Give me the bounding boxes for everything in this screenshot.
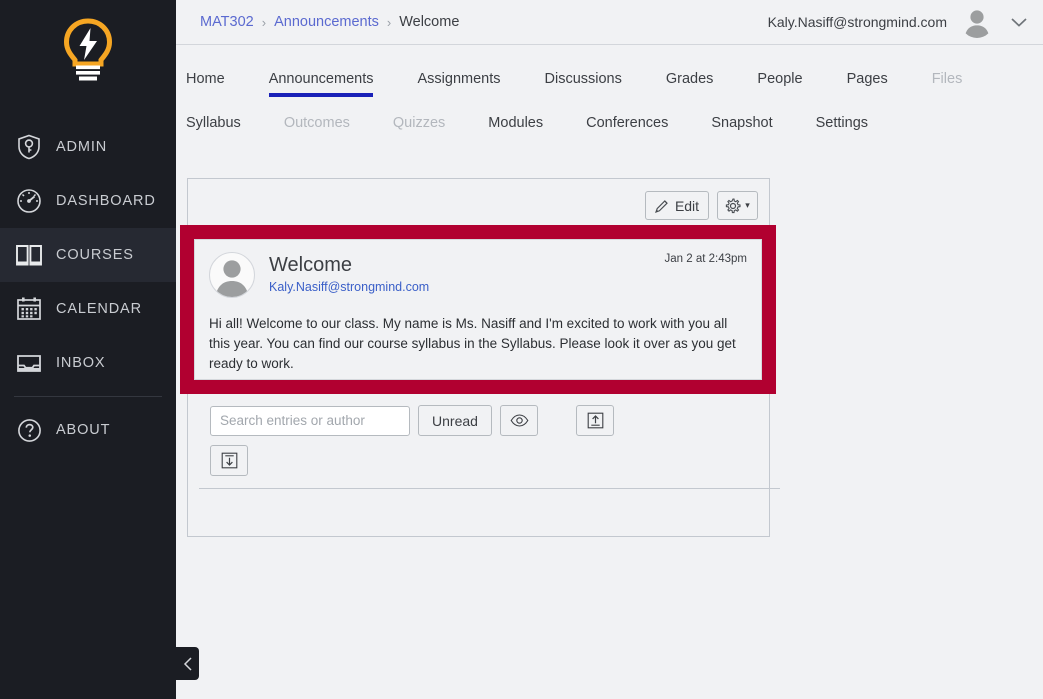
sidebar-item-inbox[interactable]: INBOX [0, 336, 176, 390]
announcement-entry: Welcome Kaly.Nasiff@strongmind.com Jan 2… [194, 239, 762, 380]
user-avatar-icon [964, 10, 990, 38]
sidebar-item-admin[interactable]: ADMIN [0, 120, 176, 174]
announcement-title: Welcome [269, 254, 352, 276]
sidebar-item-label: INBOX [56, 355, 106, 371]
announcement-author-link[interactable]: Kaly.Nasiff@strongmind.com [269, 280, 429, 294]
filter-row-primary: Unread [210, 405, 780, 436]
breadcrumb-item-announcements[interactable]: Announcements [274, 14, 379, 30]
global-sidebar: ADMIN DASHBOARD COURSES CALENDAR INBOX A… [0, 0, 176, 699]
shield-key-icon [12, 132, 46, 162]
tab-pages[interactable]: Pages [847, 71, 888, 97]
gauge-icon [12, 186, 46, 216]
sidebar-item-courses[interactable]: COURSES [0, 228, 176, 282]
breadcrumb-separator: › [261, 14, 267, 30]
tab-files: Files [931, 71, 963, 87]
tab-snapshot[interactable]: Snapshot [711, 115, 772, 141]
course-nav-tabs: Home Announcements Assignments Discussio… [176, 45, 1043, 141]
tab-settings[interactable]: Settings [816, 115, 868, 141]
expand-replies-button[interactable] [210, 445, 248, 476]
announcement-timestamp: Jan 2 at 2:43pm [664, 253, 747, 265]
user-menu-toggle[interactable] [1009, 16, 1029, 28]
sidebar-item-label: DASHBOARD [56, 193, 156, 209]
breadcrumb: MAT302 › Announcements › Welcome [200, 14, 459, 30]
gear-icon [725, 197, 741, 214]
announcement-body: Hi all! Welcome to our class. My name is… [209, 316, 736, 371]
sidebar-item-about[interactable]: ABOUT [0, 403, 176, 457]
tab-announcements[interactable]: Announcements [268, 71, 373, 97]
tab-discussions[interactable]: Discussions [545, 71, 622, 97]
course-nav-row-2: Syllabus Outcomes Quizzes Modules Confer… [186, 115, 1043, 141]
unread-filter-label: Unread [432, 412, 478, 429]
user-email-label: Kaly.Nasiff@strongmind.com [767, 14, 947, 30]
sidebar-item-calendar[interactable]: CALENDAR [0, 282, 176, 336]
collapse-replies-button[interactable] [576, 405, 614, 436]
calendar-icon [12, 294, 46, 324]
inbox-icon [12, 348, 46, 378]
announcement-header: Welcome Kaly.Nasiff@strongmind.com Jan 2… [209, 252, 747, 298]
avatar[interactable] [961, 6, 993, 38]
tab-home[interactable]: Home [186, 71, 225, 97]
sidebar-item-label: CALENDAR [56, 301, 142, 317]
sidebar-item-label: COURSES [56, 247, 134, 263]
sidebar-item-dashboard[interactable]: DASHBOARD [0, 174, 176, 228]
avatar[interactable] [209, 252, 255, 298]
user-avatar-icon [215, 260, 249, 297]
chevron-down-icon [1011, 18, 1027, 27]
entries-filter-bar: Unread [199, 398, 780, 489]
unread-filter-button[interactable]: Unread [418, 405, 492, 436]
search-input[interactable] [210, 405, 410, 436]
breadcrumb-item-current: Welcome [399, 14, 460, 30]
breadcrumb-separator: › [386, 14, 392, 30]
app-logo[interactable] [0, 0, 176, 100]
breadcrumb-item-course[interactable]: MAT302 [200, 14, 254, 30]
tab-people[interactable]: People [757, 71, 802, 97]
sidebar-item-label: ADMIN [56, 139, 108, 155]
page-root: ADMIN DASHBOARD COURSES CALENDAR INBOX A… [0, 0, 1043, 699]
tab-modules[interactable]: Modules [488, 115, 543, 141]
top-bar: MAT302 › Announcements › Welcome Kaly.Na… [176, 0, 1043, 45]
caret-down-icon: ▾ [745, 200, 750, 210]
edit-button[interactable]: Edit [645, 191, 709, 220]
mark-all-read-button[interactable] [500, 405, 538, 436]
eye-icon [510, 414, 529, 427]
filter-row-secondary [210, 445, 780, 476]
expand-down-icon [221, 452, 238, 469]
book-icon [12, 240, 46, 270]
sidebar-item-label: ABOUT [56, 422, 111, 438]
tab-quizzes: Quizzes [392, 115, 446, 131]
sidebar-divider [14, 396, 162, 397]
course-nav-row-1: Home Announcements Assignments Discussio… [186, 71, 1043, 97]
announcement-highlight-box: Welcome Kaly.Nasiff@strongmind.com Jan 2… [180, 225, 776, 394]
tab-syllabus[interactable]: Syllabus [186, 115, 241, 141]
edit-button-label: Edit [674, 197, 700, 214]
tab-outcomes: Outcomes [283, 115, 350, 131]
announcement-titles: Welcome Kaly.Nasiff@strongmind.com [269, 252, 429, 294]
question-circle-icon [12, 415, 46, 445]
lightbulb-logo-icon [63, 18, 113, 81]
tab-grades[interactable]: Grades [666, 71, 714, 97]
sidebar-nav: ADMIN DASHBOARD COURSES CALENDAR INBOX A… [0, 120, 176, 457]
collapse-up-icon [587, 412, 604, 429]
pencil-icon [654, 199, 669, 213]
tab-assignments[interactable]: Assignments [417, 71, 500, 97]
tab-conferences[interactable]: Conferences [586, 115, 668, 141]
settings-menu-button[interactable]: ▾ [717, 191, 758, 220]
